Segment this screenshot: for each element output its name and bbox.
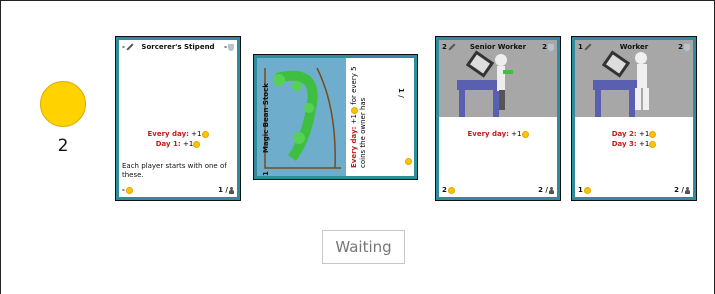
card-title: Senior Worker — [469, 43, 527, 51]
coin-icon — [405, 158, 412, 165]
person-icon — [549, 186, 554, 194]
waiting-button[interactable]: Waiting — [322, 230, 405, 264]
shield-icon — [548, 43, 554, 51]
card-effect-1: Every day: +1 — [439, 130, 557, 138]
worker-art — [593, 50, 649, 117]
card-magic-bean-stock[interactable]: Magic Bean Stock 1 Every day: +1 for eve… — [254, 55, 417, 179]
effect-text: +1 — [511, 130, 522, 138]
card-sorcerers-stipend[interactable]: - Sorcerer's Stipend - Every day: +1 Day… — [116, 37, 240, 200]
person-icon — [685, 186, 690, 194]
coin-icon — [40, 81, 86, 127]
card-title: Sorcerer's Stipend — [141, 43, 215, 51]
card-effect-1: Every day: +1 — [119, 130, 237, 138]
defense-value: - — [224, 43, 227, 51]
effect-trigger: Day 1: — [155, 140, 181, 148]
card-art — [439, 40, 557, 117]
coin-icon — [649, 140, 657, 148]
coin-icon — [125, 186, 133, 194]
card-defense: - — [224, 43, 234, 51]
card-title: Magic Bean Stock — [262, 83, 270, 153]
card-effect-2: Day 1: +1 — [119, 140, 237, 148]
card-art — [257, 58, 346, 176]
coin-icon — [583, 186, 591, 194]
count-value: 2 / — [674, 186, 684, 194]
effect-text: +1 — [638, 140, 650, 148]
attack-value: 1 — [262, 171, 270, 176]
effect-trigger: Day 2: — [611, 130, 637, 138]
card-senior-worker[interactable]: 2 Senior Worker 2 Every day: +1 2 2 / — [436, 37, 560, 200]
effect-text: +1 — [350, 114, 358, 125]
effect-text: +1 — [182, 140, 194, 148]
card-defense: 2 — [542, 43, 554, 51]
cost-value: 1 — [578, 186, 583, 194]
card-title: Worker — [619, 43, 649, 51]
card-cost: - — [122, 186, 133, 194]
count-value: 2 / — [538, 186, 548, 194]
card-effect: Every day: +1 for every 5 coins the owne… — [350, 58, 368, 168]
count-value: 1 / — [218, 186, 228, 194]
effect-trigger: Every day: — [467, 130, 509, 138]
effect-trigger: Day 3: — [611, 140, 637, 148]
card-cost: 1 — [578, 186, 591, 194]
count-value: 1 / — [397, 88, 405, 98]
coin-icon — [193, 140, 201, 148]
worker-art — [457, 50, 513, 117]
coin-icon — [350, 107, 358, 114]
card-cost: 1 — [405, 158, 412, 165]
card-effect-2: Day 3: +1 — [575, 140, 693, 148]
card-description: Each player starts with one of these. — [122, 162, 227, 179]
shield-icon — [684, 43, 690, 51]
card-effect-1: Day 2: +1 — [575, 130, 693, 138]
card-art — [575, 40, 693, 117]
shield-icon — [228, 43, 234, 51]
cost-value: - — [122, 186, 125, 194]
card-attack: - — [122, 43, 133, 51]
card-count: 2 / — [674, 186, 690, 194]
sword-icon — [126, 44, 133, 51]
card-count: 1 / — [218, 186, 234, 194]
sword-icon — [448, 44, 455, 51]
coin-icon — [649, 130, 657, 138]
coin-icon — [521, 130, 529, 138]
person-icon — [229, 186, 234, 194]
card-attack: 1 — [262, 171, 270, 176]
effect-text: +1 — [191, 130, 202, 138]
cost-value: 2 — [442, 186, 447, 194]
card-attack: 1 — [578, 43, 591, 51]
attack-value: - — [122, 43, 125, 51]
beanstalk-art — [264, 67, 341, 169]
effect-text: +1 — [638, 130, 650, 138]
defense-value: 2 — [678, 43, 683, 51]
sword-icon — [584, 44, 591, 51]
effect-trigger: Every day: — [350, 126, 358, 168]
effect-trigger: Every day: — [147, 130, 189, 138]
attack-value: 1 — [578, 43, 583, 51]
coin-count: 2 — [57, 136, 69, 156]
card-cost: 2 — [442, 186, 455, 194]
coin-icon — [447, 186, 455, 194]
card-defense: 2 — [678, 43, 690, 51]
card-count: 2 / — [538, 186, 554, 194]
defense-value: 2 — [542, 43, 547, 51]
coin-icon — [201, 130, 209, 138]
card-attack: 2 — [442, 43, 455, 51]
attack-value: 2 — [442, 43, 447, 51]
card-count: 1 / — [397, 88, 405, 98]
card-worker[interactable]: 1 Worker 2 Day 2: +1 Day 3: +1 1 2 / — [572, 37, 696, 200]
